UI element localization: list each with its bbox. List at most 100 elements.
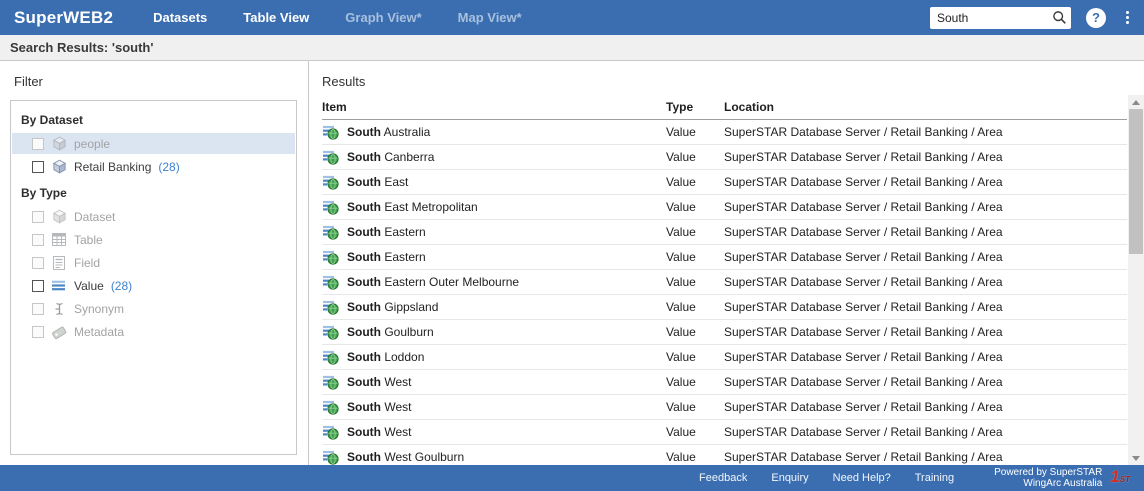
scroll-up-icon[interactable] bbox=[1128, 95, 1144, 109]
value-globe-icon bbox=[323, 375, 339, 390]
footer-bar: Feedback Enquiry Need Help? Training Powere… bbox=[0, 465, 1144, 491]
result-row[interactable]: South Australia Value SuperSTAR Database… bbox=[322, 120, 1127, 145]
value-globe-icon bbox=[323, 300, 339, 315]
result-location: SuperSTAR Database Server / Retail Banki… bbox=[724, 450, 1127, 464]
result-item-name: South Australia bbox=[347, 125, 430, 139]
footer-link-need-help[interactable]: Need Help? bbox=[833, 472, 891, 484]
result-row[interactable]: South Goulburn Value SuperSTAR Database … bbox=[322, 320, 1127, 345]
search-input[interactable] bbox=[930, 11, 1047, 25]
scroll-down-icon[interactable] bbox=[1128, 451, 1144, 465]
checkbox bbox=[32, 211, 44, 223]
top-navbar: SuperWEB2 DatasetsTable ViewGraph View*M… bbox=[0, 0, 1144, 35]
result-row[interactable]: South Canberra Value SuperSTAR Database … bbox=[322, 145, 1127, 170]
results-table-header: Item Type Location bbox=[322, 100, 1127, 120]
dataset-cube-icon bbox=[51, 136, 67, 152]
filter-group-heading: By Type bbox=[11, 179, 296, 206]
result-item-name: South East Metropolitan bbox=[347, 200, 478, 214]
powered-by-text: Powered by SuperSTAR WingArc Australia bbox=[994, 467, 1102, 489]
result-type: Value bbox=[666, 375, 724, 389]
dataset-cube-icon bbox=[51, 209, 67, 225]
result-location: SuperSTAR Database Server / Retail Banki… bbox=[724, 375, 1127, 389]
result-row[interactable]: South West Goulburn Value SuperSTAR Data… bbox=[322, 445, 1127, 465]
result-row[interactable]: South East Value SuperSTAR Database Serv… bbox=[322, 170, 1127, 195]
filter-item-label: Synonym bbox=[74, 302, 124, 316]
value-globe-icon bbox=[323, 200, 339, 215]
footer-link-enquiry[interactable]: Enquiry bbox=[771, 472, 808, 484]
footer-link-feedback[interactable]: Feedback bbox=[699, 472, 747, 484]
results-panel: Results Item Type Location South Austral… bbox=[309, 61, 1144, 465]
filter-item-synonym: Synonym bbox=[12, 298, 295, 319]
filter-item-label: Metadata bbox=[74, 325, 124, 339]
result-type: Value bbox=[666, 125, 724, 139]
filter-item-retail-banking[interactable]: Retail Banking (28) bbox=[12, 156, 295, 177]
value-globe-icon bbox=[323, 175, 339, 190]
result-row[interactable]: South Eastern Value SuperSTAR Database S… bbox=[322, 245, 1127, 270]
result-type: Value bbox=[666, 450, 724, 464]
filter-item-value[interactable]: Value (28) bbox=[12, 275, 295, 296]
result-item-name: South Gippsland bbox=[347, 300, 438, 314]
result-location: SuperSTAR Database Server / Retail Banki… bbox=[724, 200, 1127, 214]
result-location: SuperSTAR Database Server / Retail Banki… bbox=[724, 150, 1127, 164]
result-item-name: South Loddon bbox=[347, 350, 424, 364]
filter-item-people: people bbox=[12, 133, 295, 154]
result-type: Value bbox=[666, 425, 724, 439]
result-location: SuperSTAR Database Server / Retail Banki… bbox=[724, 275, 1127, 289]
result-location: SuperSTAR Database Server / Retail Banki… bbox=[724, 250, 1127, 264]
result-type: Value bbox=[666, 325, 724, 339]
filter-item-label: Retail Banking bbox=[74, 160, 151, 174]
result-item-name: South Eastern bbox=[347, 250, 426, 264]
nav-item-datasets[interactable]: Datasets bbox=[135, 0, 225, 35]
result-type: Value bbox=[666, 175, 724, 189]
filter-heading: Filter bbox=[0, 61, 308, 89]
result-type: Value bbox=[666, 225, 724, 239]
checkbox[interactable] bbox=[32, 161, 44, 173]
result-item-name: South West bbox=[347, 375, 411, 389]
result-row[interactable]: South Eastern Outer Melbourne Value Supe… bbox=[322, 270, 1127, 295]
result-item-name: South Eastern bbox=[347, 225, 426, 239]
checkbox bbox=[32, 138, 44, 150]
overflow-menu-icon[interactable] bbox=[1123, 8, 1132, 27]
result-row[interactable]: South West Value SuperSTAR Database Serv… bbox=[322, 420, 1127, 445]
value-globe-icon bbox=[323, 150, 339, 165]
value-globe-icon bbox=[323, 425, 339, 440]
metadata-tag-icon bbox=[51, 324, 67, 340]
result-row[interactable]: South Loddon Value SuperSTAR Database Se… bbox=[322, 345, 1127, 370]
value-globe-icon bbox=[323, 275, 339, 290]
column-header-type: Type bbox=[666, 100, 724, 114]
result-row[interactable]: South Eastern Value SuperSTAR Database S… bbox=[322, 220, 1127, 245]
search-icon[interactable] bbox=[1047, 7, 1071, 29]
result-row[interactable]: South Gippsland Value SuperSTAR Database… bbox=[322, 295, 1127, 320]
vertical-scrollbar[interactable] bbox=[1128, 95, 1144, 465]
navbar-right: ? bbox=[930, 7, 1144, 29]
checkbox bbox=[32, 234, 44, 246]
result-row[interactable]: South West Value SuperSTAR Database Serv… bbox=[322, 370, 1127, 395]
nav-item-table-view[interactable]: Table View bbox=[225, 0, 327, 35]
result-item-name: South West bbox=[347, 400, 411, 414]
filter-item-label: Table bbox=[74, 233, 103, 247]
help-icon[interactable]: ? bbox=[1086, 8, 1106, 28]
result-type: Value bbox=[666, 275, 724, 289]
filter-item-label: Value bbox=[74, 279, 104, 293]
scrollbar-thumb[interactable] bbox=[1129, 109, 1143, 254]
main-content: Filter By Dataset people Retail Banking … bbox=[0, 61, 1144, 465]
filter-item-field: Field bbox=[12, 252, 295, 273]
checkbox bbox=[32, 303, 44, 315]
synonym-icon bbox=[51, 301, 67, 317]
checkbox[interactable] bbox=[32, 280, 44, 292]
result-type: Value bbox=[666, 150, 724, 164]
field-icon bbox=[51, 255, 67, 271]
value-globe-icon bbox=[323, 400, 339, 415]
footer-link-training[interactable]: Training bbox=[915, 472, 954, 484]
result-location: SuperSTAR Database Server / Retail Banki… bbox=[724, 175, 1127, 189]
results-heading: Results bbox=[322, 61, 1144, 100]
result-row[interactable]: South East Metropolitan Value SuperSTAR … bbox=[322, 195, 1127, 220]
value-globe-icon bbox=[323, 125, 339, 140]
table-icon bbox=[51, 232, 67, 248]
filter-item-table: Table bbox=[12, 229, 295, 250]
result-row[interactable]: South West Value SuperSTAR Database Serv… bbox=[322, 395, 1127, 420]
result-item-name: South East bbox=[347, 175, 408, 189]
results-table: Item Type Location South Australia Value… bbox=[322, 100, 1127, 465]
nav-item-map-view: Map View* bbox=[440, 0, 540, 35]
result-location: SuperSTAR Database Server / Retail Banki… bbox=[724, 400, 1127, 414]
value-globe-icon bbox=[323, 325, 339, 340]
